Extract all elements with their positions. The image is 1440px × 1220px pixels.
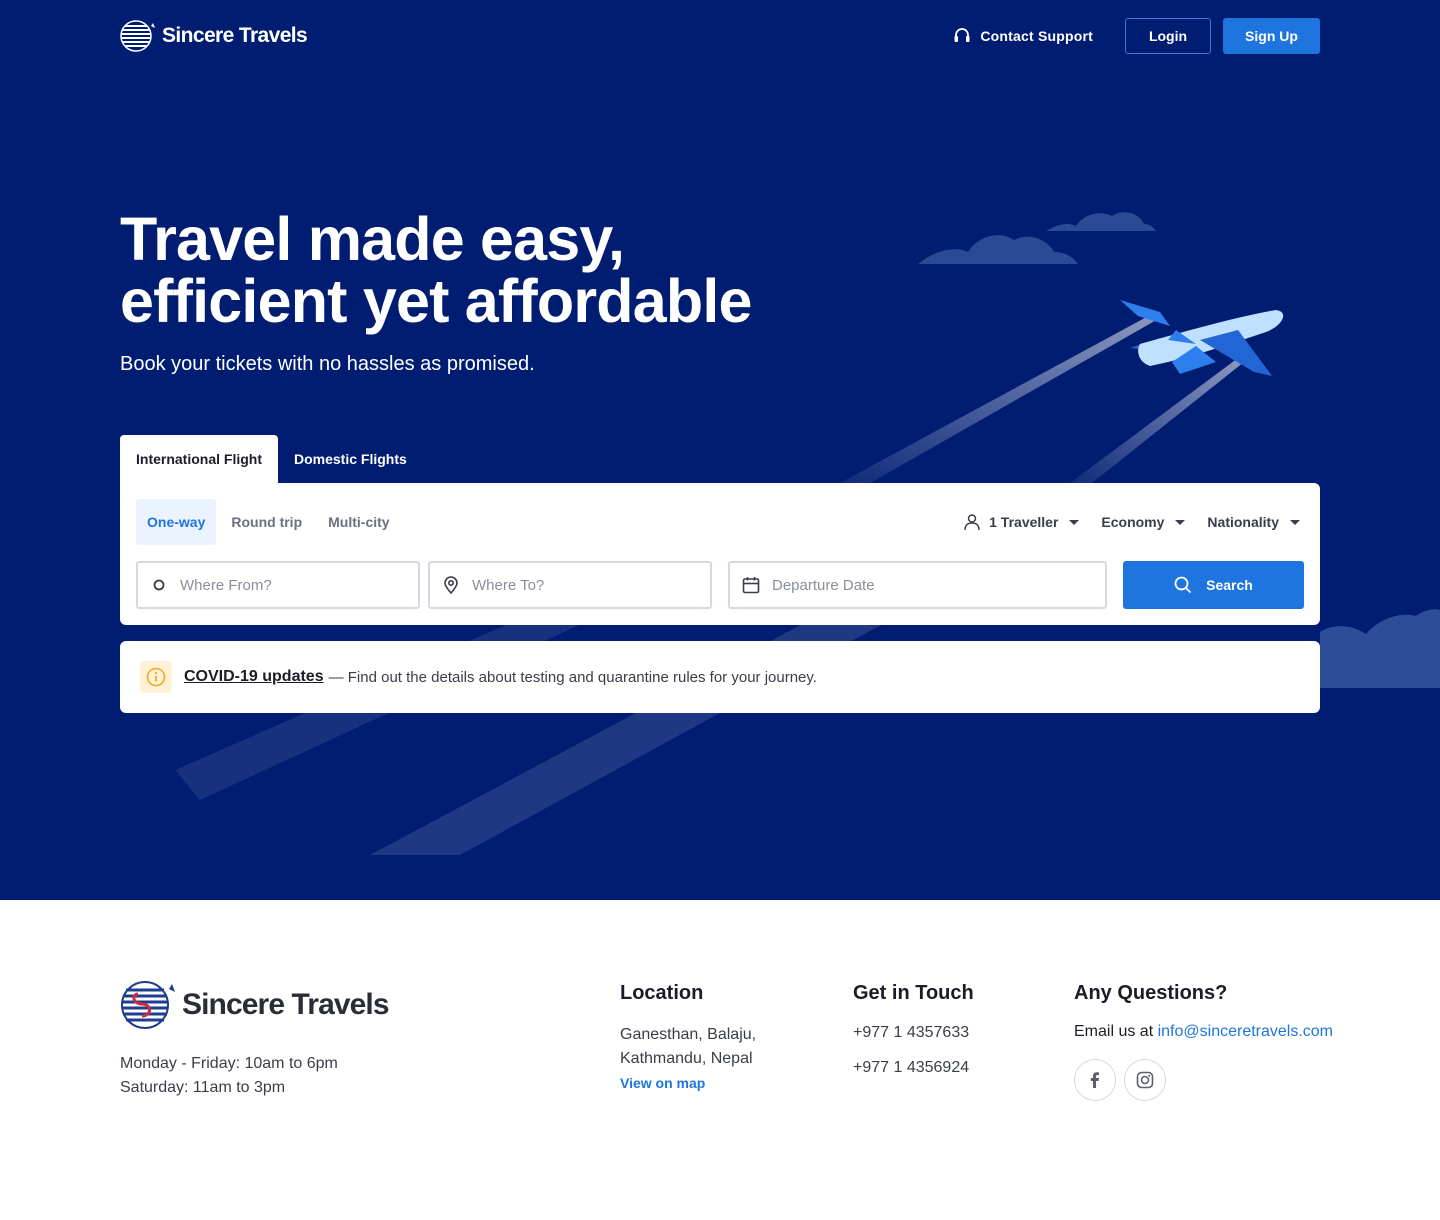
airplane-icon bbox=[1120, 300, 1284, 376]
traveller-dropdown[interactable]: 1 Traveller bbox=[963, 513, 1080, 531]
headset-icon bbox=[954, 28, 970, 42]
footer-location: Location Ganesthan, Balaju, Kathmandu, N… bbox=[620, 982, 756, 1091]
flight-type-tabs: International Flight Domestic Flights bbox=[120, 435, 423, 483]
address-line1: Ganesthan, Balaju, bbox=[620, 1026, 757, 1043]
calendar-icon bbox=[730, 576, 772, 594]
top-navigation: Sincere Travels Contact Support Login Si… bbox=[120, 18, 1320, 54]
location-pin-icon bbox=[430, 576, 472, 594]
facebook-icon bbox=[1090, 1072, 1099, 1088]
social-links bbox=[1074, 1059, 1333, 1101]
chevron-down-icon bbox=[1069, 519, 1080, 525]
trip-multi-city[interactable]: Multi-city bbox=[317, 499, 400, 545]
where-from-input[interactable]: Where From? bbox=[136, 561, 420, 609]
trip-round-trip[interactable]: Round trip bbox=[220, 499, 313, 545]
nationality-dropdown[interactable]: Nationality bbox=[1207, 514, 1300, 530]
instagram-icon bbox=[1136, 1071, 1154, 1089]
search-button-label: Search bbox=[1206, 577, 1253, 593]
hours-weekdays: Monday - Friday: 10am to 6pm bbox=[120, 1055, 338, 1072]
contact-support-link[interactable]: Contact Support bbox=[953, 27, 1093, 45]
email-link[interactable]: info@sinceretravels.com bbox=[1158, 1023, 1333, 1040]
departure-date-placeholder: Departure Date bbox=[772, 576, 875, 594]
footer-brand-name: Sincere Travels bbox=[182, 988, 390, 1021]
location-heading: Location bbox=[620, 982, 704, 1004]
login-button[interactable]: Login bbox=[1125, 18, 1211, 54]
where-from-placeholder: Where From? bbox=[180, 576, 272, 594]
contact-support-label: Contact Support bbox=[980, 28, 1093, 44]
search-icon bbox=[1174, 576, 1192, 594]
phone-number-1[interactable]: +977 1 4357633 bbox=[853, 1023, 974, 1043]
nationality-label: Nationality bbox=[1207, 514, 1279, 530]
instagram-button[interactable] bbox=[1124, 1059, 1166, 1101]
user-icon bbox=[964, 514, 980, 531]
logo-globe-icon bbox=[121, 981, 175, 1029]
covid-notice-banner: COVID-19 updates — Find out the details … bbox=[120, 641, 1320, 713]
chevron-down-icon bbox=[1175, 519, 1186, 525]
address-line2: Kathmandu, Nepal bbox=[620, 1050, 753, 1067]
where-to-input[interactable]: Where To? bbox=[428, 561, 712, 609]
trip-one-way[interactable]: One-way bbox=[136, 499, 217, 545]
tab-domestic-flights[interactable]: Domestic Flights bbox=[278, 435, 423, 483]
email-prefix: Email us at bbox=[1074, 1023, 1154, 1040]
hours-saturday: Saturday: 11am to 3pm bbox=[120, 1079, 286, 1096]
origin-circle-icon bbox=[138, 578, 180, 592]
hero-subtitle: Book your tickets with no hassles as pro… bbox=[120, 353, 535, 375]
info-icon bbox=[140, 661, 172, 693]
view-on-map-link[interactable]: View on map bbox=[620, 1075, 756, 1091]
facebook-button[interactable] bbox=[1074, 1059, 1116, 1101]
flight-search-card: One-way Round trip Multi-city 1 Travelle… bbox=[120, 483, 1320, 625]
chevron-down-icon bbox=[1290, 519, 1300, 525]
site-footer: Sincere Travels Monday - Friday: 10am to… bbox=[0, 900, 1440, 1220]
covid-notice-text: — Find out the details about testing and… bbox=[328, 668, 817, 686]
trip-type-selector: One-way Round trip Multi-city bbox=[136, 499, 405, 545]
questions-heading: Any Questions? bbox=[1074, 982, 1228, 1004]
search-options: 1 Traveller Economy Nationality bbox=[963, 499, 1300, 545]
footer-contact: Get in Touch +977 1 4357633 +977 1 43569… bbox=[853, 982, 974, 1093]
tab-international-flight[interactable]: International Flight bbox=[120, 435, 278, 483]
departure-date-input[interactable]: Departure Date bbox=[728, 561, 1107, 609]
brand-logo[interactable]: Sincere Travels bbox=[120, 20, 308, 52]
hero-headline: Travel made easy, efficient yet affordab… bbox=[120, 208, 752, 332]
hero-headline-line2: efficient yet affordable bbox=[120, 267, 752, 335]
contact-heading: Get in Touch bbox=[853, 982, 974, 1004]
hero-headline-line1: Travel made easy, bbox=[120, 205, 625, 273]
footer-questions: Any Questions? Email us at info@sinceret… bbox=[1074, 982, 1333, 1101]
where-to-placeholder: Where To? bbox=[472, 576, 545, 594]
brand-name: Sincere Travels bbox=[162, 24, 308, 47]
cabin-class-dropdown[interactable]: Economy bbox=[1101, 514, 1186, 530]
footer-brand-logo[interactable]: Sincere Travels bbox=[120, 980, 390, 1030]
signup-button[interactable]: Sign Up bbox=[1223, 18, 1320, 54]
logo-globe-icon bbox=[120, 20, 155, 52]
business-hours: Monday - Friday: 10am to 6pm Saturday: 1… bbox=[120, 1052, 338, 1100]
email-line: Email us at info@sinceretravels.com bbox=[1074, 1023, 1333, 1041]
traveller-label: 1 Traveller bbox=[989, 514, 1059, 530]
phone-number-2[interactable]: +977 1 4356924 bbox=[853, 1058, 974, 1078]
covid-updates-link[interactable]: COVID-19 updates bbox=[184, 668, 324, 686]
cabin-class-label: Economy bbox=[1101, 514, 1165, 530]
hero-section: Sincere Travels Contact Support Login Si… bbox=[0, 0, 1440, 900]
search-button[interactable]: Search bbox=[1123, 561, 1304, 609]
